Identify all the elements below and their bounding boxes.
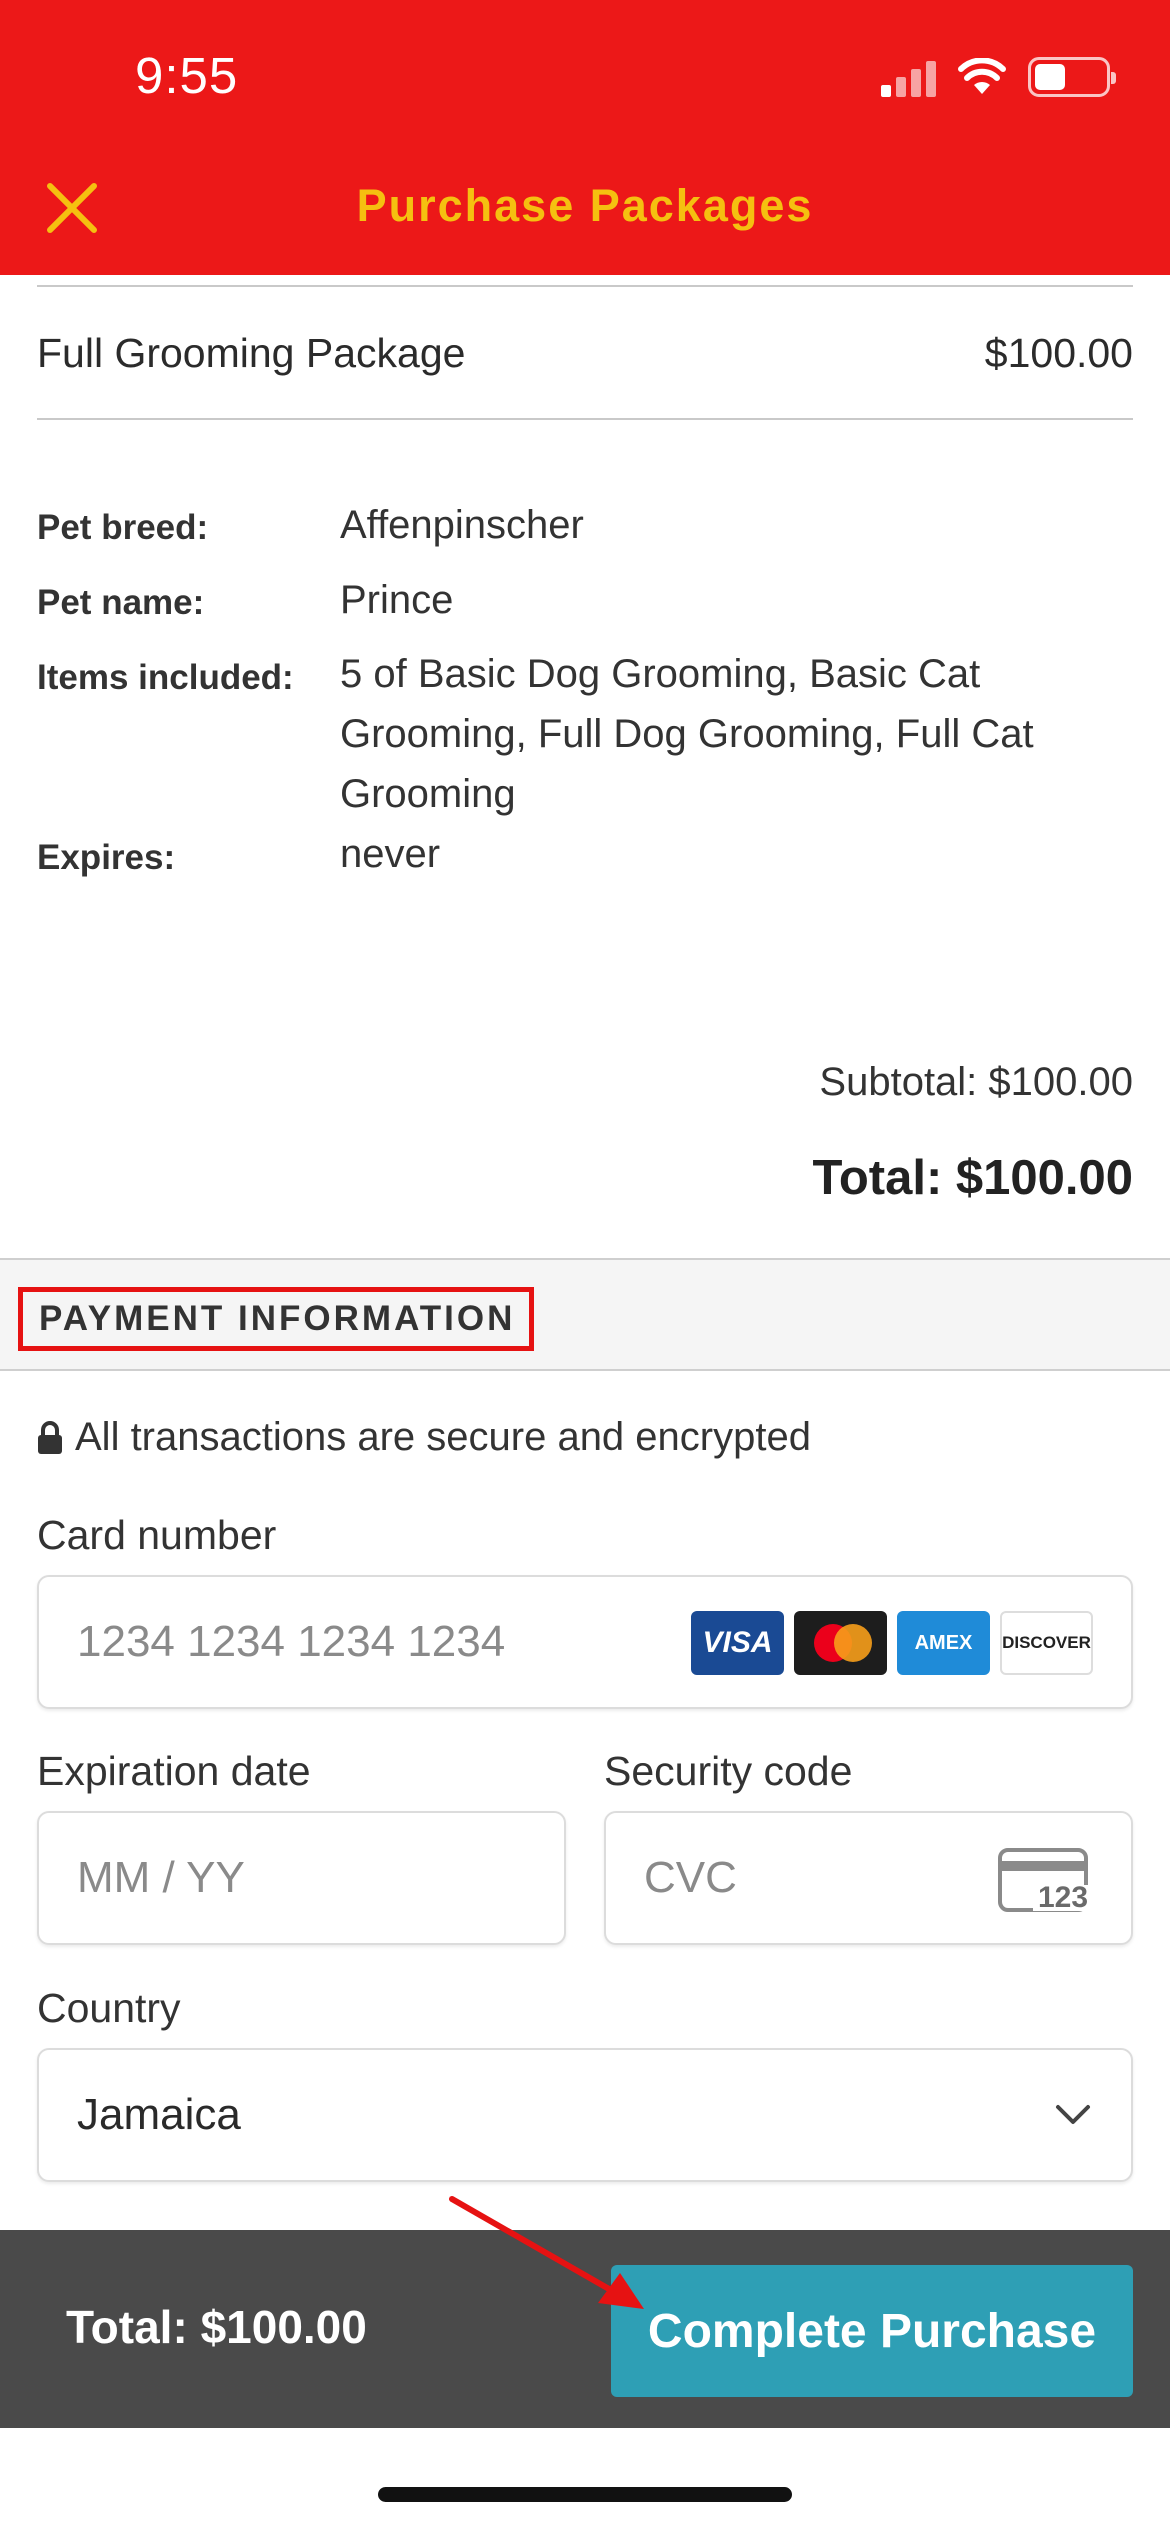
- order-total: Total: $100.00: [812, 1151, 1133, 1205]
- cvc-card-icon: 123: [998, 1848, 1091, 1913]
- wifi-icon: [958, 58, 1006, 94]
- secure-notice: All transactions are secure and encrypte…: [37, 1415, 811, 1460]
- card-brands: VISA AMEX DISCOVER: [691, 1611, 1093, 1675]
- pet-breed-label: Pet breed:: [37, 508, 209, 547]
- footer-total: Total: $100.00: [66, 2301, 367, 2353]
- package-price: $100.00: [984, 330, 1133, 376]
- items-included-value: 5 of Basic Dog Grooming, Basic Cat Groom…: [340, 652, 1034, 816]
- status-icons: [881, 52, 1116, 102]
- security-code-input[interactable]: CVC 123: [604, 1811, 1133, 1945]
- app-header: 9:55 Purchase Packages: [0, 0, 1170, 275]
- mastercard-icon: [794, 1611, 887, 1675]
- chevron-down-icon: [1056, 2105, 1090, 2124]
- items-included-label: Items included:: [37, 658, 294, 697]
- page-title: Purchase Packages: [356, 180, 814, 231]
- expires-label: Expires:: [37, 838, 176, 877]
- status-time: 9:55: [135, 47, 239, 104]
- security-code-label: Security code: [604, 1748, 853, 1794]
- battery-icon: [1028, 57, 1116, 97]
- expires-value: never: [340, 832, 441, 876]
- expiration-placeholder: MM / YY: [77, 1853, 245, 1902]
- package-name: Full Grooming Package: [37, 330, 466, 376]
- annotation-arrow-icon: [449, 2196, 644, 2309]
- country-label: Country: [37, 1985, 181, 2031]
- expiration-input[interactable]: MM / YY: [37, 1811, 566, 1945]
- expiration-label: Expiration date: [37, 1748, 311, 1794]
- country-select[interactable]: Jamaica: [37, 2048, 1133, 2182]
- home-indicator: [378, 2487, 792, 2502]
- country-value: Jamaica: [77, 2090, 241, 2139]
- security-code-placeholder: CVC: [644, 1853, 737, 1902]
- pet-breed-value: Affenpinscher: [340, 503, 584, 547]
- divider: [37, 285, 1133, 287]
- payment-title-highlight: PAYMENT INFORMATION: [18, 1287, 534, 1351]
- cvc-icon-text: 123: [1038, 1881, 1088, 1913]
- amex-icon: AMEX: [897, 1611, 990, 1675]
- card-number-placeholder: 1234 1234 1234 1234: [77, 1617, 506, 1666]
- lock-icon: [38, 1420, 62, 1454]
- visa-icon: VISA: [691, 1611, 784, 1675]
- card-number-input[interactable]: 1234 1234 1234 1234 VISA AMEX DISCOVER: [37, 1575, 1133, 1709]
- subtotal: Subtotal: $100.00: [819, 1060, 1133, 1104]
- payment-section-header: PAYMENT INFORMATION: [0, 1258, 1170, 1371]
- discover-icon: DISCOVER: [1000, 1611, 1093, 1675]
- divider: [37, 418, 1133, 420]
- card-number-label: Card number: [37, 1512, 277, 1558]
- cellular-signal-icon: [881, 57, 936, 97]
- complete-purchase-button[interactable]: Complete Purchase: [611, 2265, 1133, 2397]
- payment-section-title: PAYMENT INFORMATION: [39, 1299, 516, 1338]
- pet-name-label: Pet name:: [37, 583, 205, 622]
- pet-name-value: Prince: [340, 578, 454, 622]
- secure-text: All transactions are secure and encrypte…: [75, 1415, 811, 1459]
